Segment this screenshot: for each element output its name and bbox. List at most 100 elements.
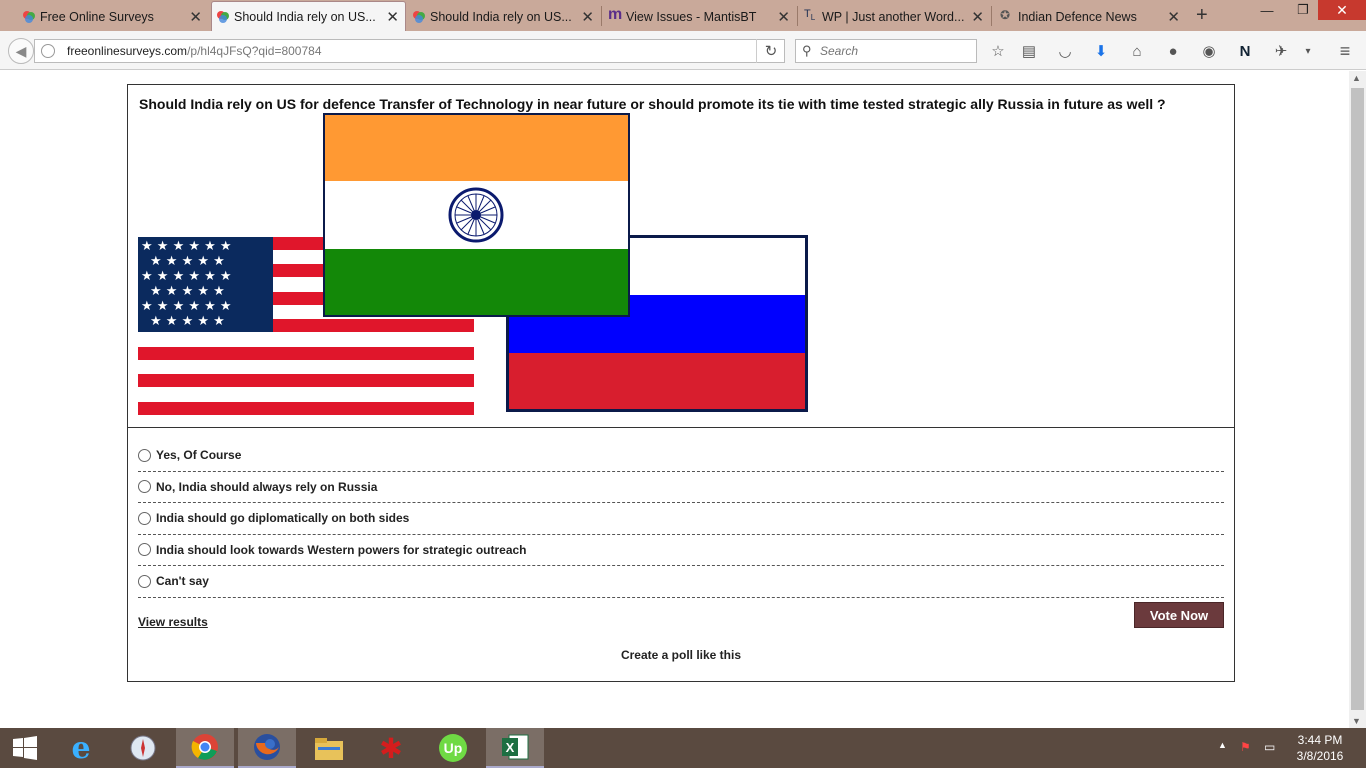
menu-icon[interactable]: ≡ bbox=[1335, 41, 1355, 61]
tab-label: View Issues - MantisBT bbox=[626, 9, 757, 24]
scroll-down-icon[interactable]: ▼ bbox=[1352, 716, 1361, 726]
url-bar[interactable]: freeonlinesurveys.com/p/hl4qJFsQ?qid=800… bbox=[34, 39, 785, 63]
survey-favicon-icon bbox=[217, 11, 229, 23]
tab-bar: Free Online Surveys ✕ Should India rely … bbox=[0, 0, 1366, 31]
tab-mantisbt[interactable]: m View Issues - MantisBT ✕ bbox=[604, 2, 796, 31]
option-label[interactable]: No, India should always rely on Russia bbox=[156, 480, 377, 494]
close-tab-icon[interactable]: ✕ bbox=[777, 8, 790, 26]
reading-list-icon[interactable]: ▤ bbox=[1019, 41, 1039, 61]
clock-date: 3/8/2016 bbox=[1296, 749, 1344, 763]
radio-button[interactable] bbox=[138, 543, 151, 557]
tray-chevron-icon[interactable]: ▲ bbox=[1218, 740, 1227, 750]
tab-wordpress[interactable]: TL WP | Just another Word... ✕ bbox=[800, 2, 990, 31]
ie-icon: e bbox=[71, 730, 91, 766]
safari-compass-icon bbox=[130, 735, 156, 761]
scroll-thumb[interactable] bbox=[1351, 88, 1364, 710]
close-tab-icon[interactable]: ✕ bbox=[189, 8, 202, 26]
poll-option[interactable]: India should go diplomatically on both s… bbox=[138, 503, 1224, 535]
extension-bird-icon[interactable]: ✈ bbox=[1271, 41, 1291, 61]
internet-explorer-taskbar[interactable]: e bbox=[52, 728, 110, 768]
url-text: freeonlinesurveys.com/p/hl4qJFsQ?qid=800… bbox=[67, 44, 322, 58]
file-explorer-taskbar[interactable] bbox=[300, 728, 358, 768]
poll-option[interactable]: India should look towards Western powers… bbox=[138, 535, 1224, 566]
radio-button[interactable] bbox=[138, 511, 151, 525]
radio-button[interactable] bbox=[138, 448, 151, 462]
back-button[interactable]: ◀ bbox=[8, 38, 34, 64]
close-tab-icon[interactable]: ✕ bbox=[581, 8, 594, 26]
safari-taskbar[interactable] bbox=[114, 728, 172, 768]
tab-label: Free Online Surveys bbox=[40, 9, 154, 24]
option-label[interactable]: India should look towards Western powers… bbox=[156, 543, 527, 557]
poll-option[interactable]: No, India should always rely on Russia bbox=[138, 472, 1224, 503]
network-icon[interactable]: ▭ bbox=[1264, 740, 1275, 754]
chat-icon[interactable]: ● bbox=[1163, 41, 1183, 61]
mantis-favicon-icon: m bbox=[608, 6, 623, 23]
close-window-button[interactable]: ✕ bbox=[1318, 0, 1366, 20]
tab-label: WP | Just another Word... bbox=[822, 9, 965, 24]
close-tab-icon[interactable]: ✕ bbox=[971, 8, 984, 26]
close-tab-icon[interactable]: ✕ bbox=[1167, 8, 1180, 26]
divider bbox=[128, 427, 1234, 428]
app-red-taskbar[interactable]: ✱ bbox=[362, 728, 420, 768]
search-bar[interactable]: ⚲ bbox=[795, 39, 977, 63]
tab-separator bbox=[991, 6, 992, 26]
svg-text:★ ★ ★ ★ ★: ★ ★ ★ ★ ★ bbox=[150, 314, 225, 329]
new-tab-button[interactable]: + bbox=[1196, 4, 1208, 27]
vertical-scrollbar[interactable]: ▲ ▼ bbox=[1349, 71, 1366, 728]
defence-favicon-icon: ✪ bbox=[1000, 8, 1011, 22]
svg-text:★ ★ ★ ★ ★ ★: ★ ★ ★ ★ ★ ★ bbox=[141, 269, 232, 284]
globe-icon bbox=[41, 44, 55, 58]
option-label[interactable]: Can't say bbox=[156, 574, 209, 588]
search-input[interactable] bbox=[820, 43, 970, 59]
firefox-taskbar[interactable] bbox=[238, 728, 296, 768]
excel-icon: X bbox=[502, 734, 529, 760]
system-clock[interactable]: 3:44 PM 3/8/2016 bbox=[1290, 732, 1350, 764]
poll-container: Should India rely on US for defence Tran… bbox=[127, 84, 1235, 682]
home-icon[interactable]: ⌂ bbox=[1127, 41, 1147, 61]
india-flag bbox=[323, 113, 630, 317]
search-icon: ⚲ bbox=[802, 43, 812, 58]
close-tab-icon[interactable]: ✕ bbox=[386, 8, 399, 26]
tab-label: Should India rely on US... bbox=[234, 9, 376, 24]
poll-option[interactable]: Can't say bbox=[138, 566, 1224, 598]
tab-separator bbox=[601, 6, 602, 26]
extension-color-icon[interactable]: ◉ bbox=[1199, 41, 1219, 61]
radio-button[interactable] bbox=[138, 480, 151, 494]
tab-indian-defence-news[interactable]: ✪ Indian Defence News ✕ bbox=[996, 2, 1186, 31]
minimize-button[interactable]: — bbox=[1250, 0, 1284, 20]
bookmark-star-icon[interactable]: ☆ bbox=[988, 41, 1008, 61]
vote-now-button[interactable]: Vote Now bbox=[1134, 602, 1224, 628]
tab-label: Indian Defence News bbox=[1018, 9, 1137, 24]
folder-icon bbox=[315, 738, 343, 760]
dropdown-icon[interactable]: ▾ bbox=[1298, 41, 1318, 61]
excel-taskbar[interactable]: X bbox=[486, 728, 544, 768]
create-poll-link[interactable]: Create a poll like this bbox=[128, 648, 1234, 662]
option-label[interactable]: Yes, Of Course bbox=[156, 448, 241, 462]
download-icon[interactable]: ⬇ bbox=[1091, 41, 1111, 61]
tab-should-india-active[interactable]: Should India rely on US... ✕ bbox=[211, 1, 406, 31]
tab-should-india[interactable]: Should India rely on US... ✕ bbox=[408, 2, 600, 31]
navigation-bar: ◀ freeonlinesurveys.com/p/hl4qJFsQ?qid=8… bbox=[0, 31, 1366, 70]
upwork-taskbar[interactable]: Up bbox=[424, 728, 482, 768]
option-label[interactable]: India should go diplomatically on both s… bbox=[156, 511, 409, 525]
survey-favicon-icon bbox=[413, 11, 425, 23]
flags-image: ★ ★ ★ ★ ★ ★ ★ ★ ★ ★ ★ ★ ★ ★ ★ ★ ★ ★ ★ ★ … bbox=[138, 113, 808, 415]
start-button[interactable] bbox=[0, 728, 50, 768]
reload-icon[interactable]: ↻ bbox=[756, 39, 785, 63]
svg-text:Up: Up bbox=[444, 740, 463, 756]
extension-n-icon[interactable]: N bbox=[1235, 41, 1255, 61]
tab-free-online-surveys[interactable]: Free Online Surveys ✕ bbox=[18, 2, 208, 31]
chrome-taskbar[interactable] bbox=[176, 728, 234, 768]
url-path: /p/hl4qJFsQ?qid=800784 bbox=[187, 44, 322, 58]
action-center-icon[interactable]: ⚑ bbox=[1240, 740, 1251, 754]
restore-button[interactable]: ❐ bbox=[1286, 0, 1320, 20]
svg-text:★ ★ ★ ★ ★: ★ ★ ★ ★ ★ bbox=[150, 254, 225, 269]
poll-options: Yes, Of Course No, India should always r… bbox=[138, 440, 1224, 598]
radio-button[interactable] bbox=[138, 574, 151, 588]
scroll-up-icon[interactable]: ▲ bbox=[1352, 73, 1361, 83]
poll-option[interactable]: Yes, Of Course bbox=[138, 440, 1224, 472]
windows-logo-icon bbox=[13, 736, 37, 760]
pocket-icon[interactable]: ◡ bbox=[1055, 41, 1075, 61]
red-splash-icon: ✱ bbox=[379, 732, 403, 764]
view-results-link[interactable]: View results bbox=[138, 615, 208, 629]
